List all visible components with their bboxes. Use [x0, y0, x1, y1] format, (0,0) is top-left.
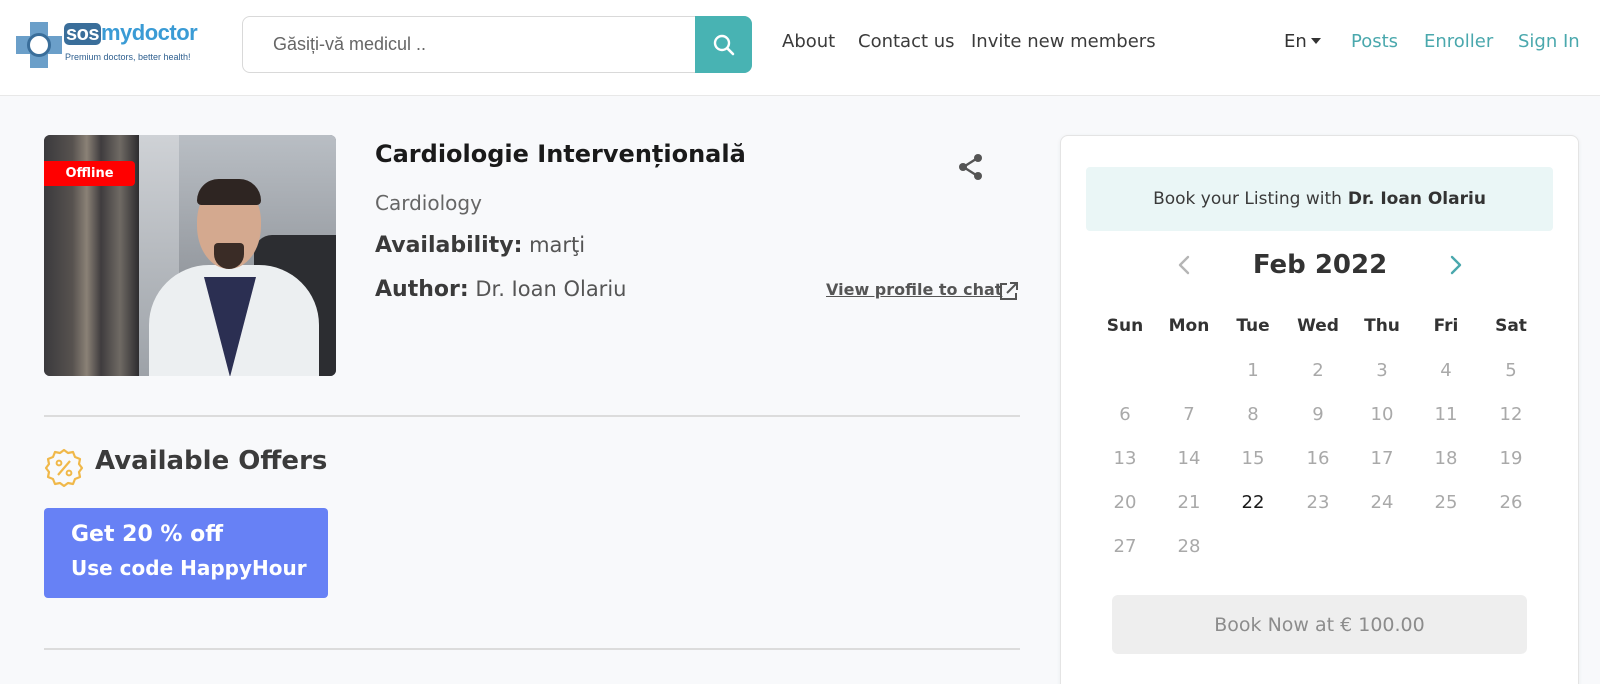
calendar-day: 23	[1306, 492, 1330, 513]
site-logo[interactable]: sosmydoctor Premium doctors, better heal…	[16, 20, 198, 68]
chevron-left-icon[interactable]	[1173, 250, 1195, 280]
calendar-day: 1	[1247, 360, 1259, 381]
calendar-month: Feb 2022	[1252, 250, 1388, 280]
search-bar	[242, 16, 752, 73]
section-divider	[44, 648, 1020, 650]
offer-card[interactable]: Get 20 % off Use code HappyHour	[44, 508, 328, 598]
weekday-header: Tue	[1236, 316, 1270, 336]
nav-invite[interactable]: Invite new members	[971, 31, 1156, 52]
nav-posts[interactable]: Posts	[1351, 31, 1398, 52]
calendar-day: 15	[1241, 448, 1265, 469]
calendar-day: 16	[1306, 448, 1330, 469]
offer-code: Use code HappyHour	[71, 556, 307, 580]
logo-tagline: Premium doctors, better health!	[65, 52, 191, 62]
listing-availability: Availability: marţi	[375, 233, 585, 258]
site-header: sosmydoctor Premium doctors, better heal…	[0, 0, 1600, 96]
caret-down-icon	[1310, 38, 1321, 44]
calendar-day: 19	[1499, 448, 1523, 469]
calendar-day: 28	[1177, 536, 1201, 557]
nav-sign-in[interactable]: Sign In	[1518, 31, 1580, 52]
view-profile-link[interactable]: View profile to chat	[826, 280, 1002, 299]
calendar-day: 11	[1434, 404, 1458, 425]
calendar-day: 6	[1119, 404, 1131, 425]
calendar-day: 17	[1370, 448, 1394, 469]
search-button[interactable]	[695, 16, 752, 73]
listing-category: Cardiology	[375, 191, 482, 215]
weekday-header: Fri	[1433, 316, 1459, 336]
author-value: Dr. Ioan Olariu	[475, 277, 627, 301]
calendar-day: 18	[1434, 448, 1458, 469]
offer-discount: Get 20 % off	[71, 522, 224, 547]
calendar-day: 27	[1113, 536, 1137, 557]
book-now-button[interactable]: Book Now at € 100.00	[1112, 595, 1527, 654]
weekday-header: Wed	[1297, 316, 1339, 336]
nav-contact[interactable]: Contact us	[858, 31, 955, 52]
calendar-day: 14	[1177, 448, 1201, 469]
availability-label: Availability:	[375, 233, 523, 258]
nav-enroller[interactable]: Enroller	[1424, 31, 1493, 52]
calendar-day: 24	[1370, 492, 1394, 513]
booking-header-text: Book your Listing with	[1153, 189, 1342, 209]
calendar-day: 3	[1376, 360, 1388, 381]
listing-title: Cardiologie Intervențională	[375, 140, 746, 168]
search-input[interactable]	[243, 17, 696, 72]
author-label: Author:	[375, 277, 469, 302]
logo-wordmark: sosmydoctor	[64, 20, 198, 45]
calendar-day: 21	[1177, 492, 1201, 513]
calendar-day: 8	[1247, 404, 1259, 425]
booking-panel: Book your Listing with Dr. Ioan Olariu Fe…	[1060, 135, 1579, 684]
section-divider	[44, 415, 1020, 417]
calendar-day-available[interactable]: 22	[1221, 492, 1285, 513]
language-label: En	[1284, 31, 1307, 52]
language-selector[interactable]: En	[1284, 31, 1321, 52]
calendar-day: 9	[1312, 404, 1324, 425]
offers-title: Available Offers	[95, 446, 328, 476]
calendar-day: 2	[1312, 360, 1324, 381]
weekday-header: Sat	[1495, 316, 1527, 336]
weekday-header: Mon	[1168, 316, 1210, 336]
discount-badge-icon	[44, 448, 84, 488]
chevron-right-icon[interactable]	[1445, 250, 1467, 280]
calendar-day: 10	[1370, 404, 1394, 425]
booking-header: Book your Listing with Dr. Ioan Olariu	[1086, 167, 1553, 231]
external-link-icon[interactable]	[998, 281, 1019, 302]
doctor-photo: Offline	[44, 135, 336, 376]
nav-about[interactable]: About	[782, 31, 835, 52]
logo-cross-icon	[16, 22, 62, 68]
availability-value: marţi	[529, 233, 586, 257]
calendar-day: 25	[1434, 492, 1458, 513]
booking-doctor: Dr. Ioan Olariu	[1347, 189, 1486, 209]
weekday-header: Thu	[1364, 316, 1400, 336]
calendar-day: 13	[1113, 448, 1137, 469]
search-icon	[713, 34, 734, 55]
calendar-day: 26	[1499, 492, 1523, 513]
calendar-day: 12	[1499, 404, 1523, 425]
weekday-header: Sun	[1106, 316, 1144, 336]
status-badge: Offline	[44, 161, 135, 186]
share-icon[interactable]	[956, 152, 986, 182]
listing-author: Author: Dr. Ioan Olariu	[375, 277, 626, 302]
calendar-day: 7	[1183, 404, 1195, 425]
calendar-day: 4	[1440, 360, 1452, 381]
calendar-day: 5	[1505, 360, 1517, 381]
calendar-day: 20	[1113, 492, 1137, 513]
